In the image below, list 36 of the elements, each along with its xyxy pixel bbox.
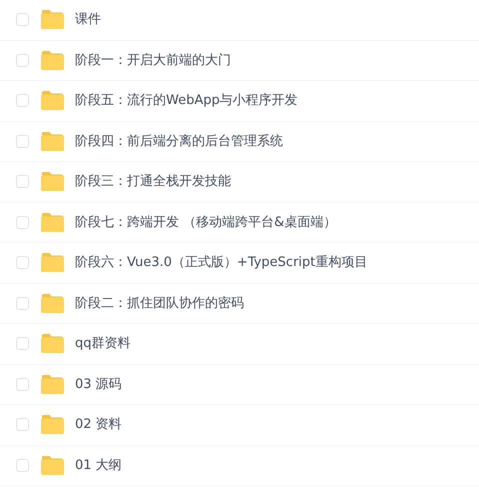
folder-icon — [41, 253, 64, 272]
checkbox[interactable] — [16, 337, 29, 350]
folder-name[interactable]: 阶段六：Vue3.0（正式版）+TypeScript重构项目 — [75, 253, 368, 272]
folder-icon — [41, 91, 64, 110]
folder-icon — [41, 132, 64, 151]
checkbox[interactable] — [16, 175, 29, 188]
folder-name[interactable]: 阶段四：前后端分离的后台管理系统 — [75, 132, 283, 151]
folder-icon — [41, 374, 64, 394]
checkbox[interactable] — [16, 378, 29, 391]
checkbox[interactable] — [16, 216, 29, 229]
checkbox[interactable] — [16, 458, 29, 472]
folder-name[interactable]: 03 源码 — [75, 374, 122, 394]
folder-icon — [41, 50, 64, 70]
folder-icon — [41, 212, 64, 232]
folder-name[interactable]: 01 大纲 — [75, 456, 122, 475]
folder-name[interactable]: 阶段一：开启大前端的大门 — [75, 50, 231, 70]
checkbox[interactable] — [16, 296, 29, 310]
folder-name[interactable]: 02 资料 — [75, 415, 122, 434]
folder-icon — [41, 294, 64, 313]
folder-icon — [41, 10, 64, 30]
checkbox[interactable] — [16, 418, 29, 432]
folder-name[interactable]: 课件 — [75, 10, 101, 30]
checkbox[interactable] — [16, 134, 29, 148]
folder-name[interactable]: 阶段三：打通全栈开发技能 — [75, 172, 231, 192]
folder-name[interactable]: 阶段二：抓住团队协作的密码 — [75, 294, 244, 313]
folder-icon — [41, 172, 64, 192]
folder-name[interactable]: qq群资料 — [75, 334, 131, 354]
checkbox[interactable] — [16, 94, 29, 108]
folder-icon — [41, 456, 64, 475]
folder-name[interactable]: 阶段七：跨端开发 （移动端跨平台&桌面端） — [75, 212, 336, 232]
folder-icon — [41, 334, 64, 354]
folder-name[interactable]: 阶段五：流行的WebApp与小程序开发 — [75, 91, 298, 110]
checkbox[interactable] — [16, 256, 29, 270]
checkbox[interactable] — [16, 54, 29, 67]
folder-icon — [41, 415, 64, 434]
checkbox[interactable] — [16, 13, 29, 26]
